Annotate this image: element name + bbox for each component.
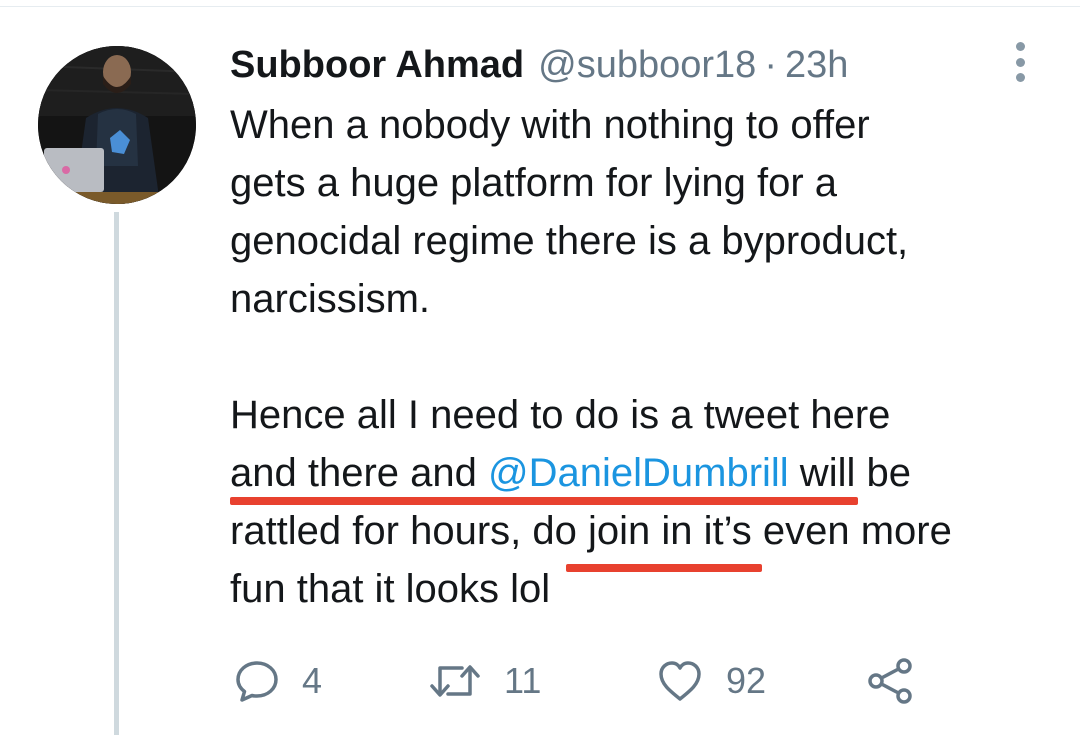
tweet-header: Subboor Ahmad @subboor18 · 23h bbox=[230, 40, 848, 90]
tweet-text-line: rattled for hours, do join in it’s even … bbox=[230, 502, 1070, 560]
tweet-text-segment: genocidal regime there is a byproduct, bbox=[230, 219, 909, 263]
more-dot bbox=[1015, 73, 1025, 82]
tweet-timestamp[interactable]: 23h bbox=[785, 44, 848, 87]
tweet-text-line: When a nobody with nothing to offer bbox=[230, 96, 1070, 154]
tweet-text-segment: When a nobody with nothing to offer bbox=[230, 103, 870, 147]
author-handle[interactable]: @subboor18 bbox=[538, 44, 756, 87]
tweet-text-line: Hence all I need to do is a tweet here bbox=[230, 386, 1070, 444]
tweet-text-segment: fun that it looks lol bbox=[230, 567, 551, 611]
retweet-count: 11 bbox=[504, 660, 542, 701]
share-button[interactable] bbox=[866, 656, 914, 706]
reply-button[interactable]: 4 bbox=[234, 656, 322, 706]
separator-dot: · bbox=[764, 43, 777, 86]
red-underline-annotation bbox=[566, 564, 762, 572]
tweet-text-segment: Hence all I need to do is a tweet here bbox=[230, 393, 891, 437]
tweet-text-segment: rattled for hours, do join in it’s even … bbox=[230, 509, 952, 553]
tweet-text-segment: and there and bbox=[230, 451, 488, 495]
heart-outline-icon bbox=[659, 661, 701, 701]
tweet-text-segment: will be bbox=[788, 451, 911, 495]
more-dot bbox=[1015, 57, 1025, 67]
tweet-actions: 4 11 92 bbox=[230, 656, 930, 706]
tweet-text-line: genocidal regime there is a byproduct, bbox=[230, 212, 1070, 270]
avatar[interactable] bbox=[38, 46, 196, 204]
top-divider bbox=[0, 6, 1080, 7]
more-dot bbox=[1015, 42, 1025, 51]
red-underline-annotation bbox=[230, 497, 858, 505]
tweet-text-line: narcissism. bbox=[230, 270, 1070, 328]
tweet-text-line: and there and @DanielDumbrill will be bbox=[230, 444, 1070, 502]
tweet-text-segment: narcissism. bbox=[230, 277, 431, 321]
author-name[interactable]: Subboor Ahmad bbox=[230, 44, 524, 87]
tweet-text-segment: gets a huge platform for lying for a bbox=[230, 161, 837, 205]
speech-bubble-icon bbox=[236, 661, 278, 702]
share-nodes-icon bbox=[868, 658, 912, 704]
reply-count: 4 bbox=[302, 660, 323, 701]
tweet-body: When a nobody with nothing to offer gets … bbox=[230, 96, 1070, 618]
retweet-button[interactable]: 11 bbox=[428, 656, 541, 706]
mention-link[interactable]: @DanielDumbrill bbox=[488, 451, 789, 495]
like-button[interactable]: 92 bbox=[656, 656, 766, 706]
tweet-text-line: gets a huge platform for lying for a bbox=[230, 154, 1070, 212]
more-options-icon[interactable] bbox=[1004, 40, 1036, 84]
thread-connector-line bbox=[114, 212, 119, 735]
like-count: 92 bbox=[726, 660, 767, 701]
retweet-arrows-icon bbox=[430, 665, 480, 697]
